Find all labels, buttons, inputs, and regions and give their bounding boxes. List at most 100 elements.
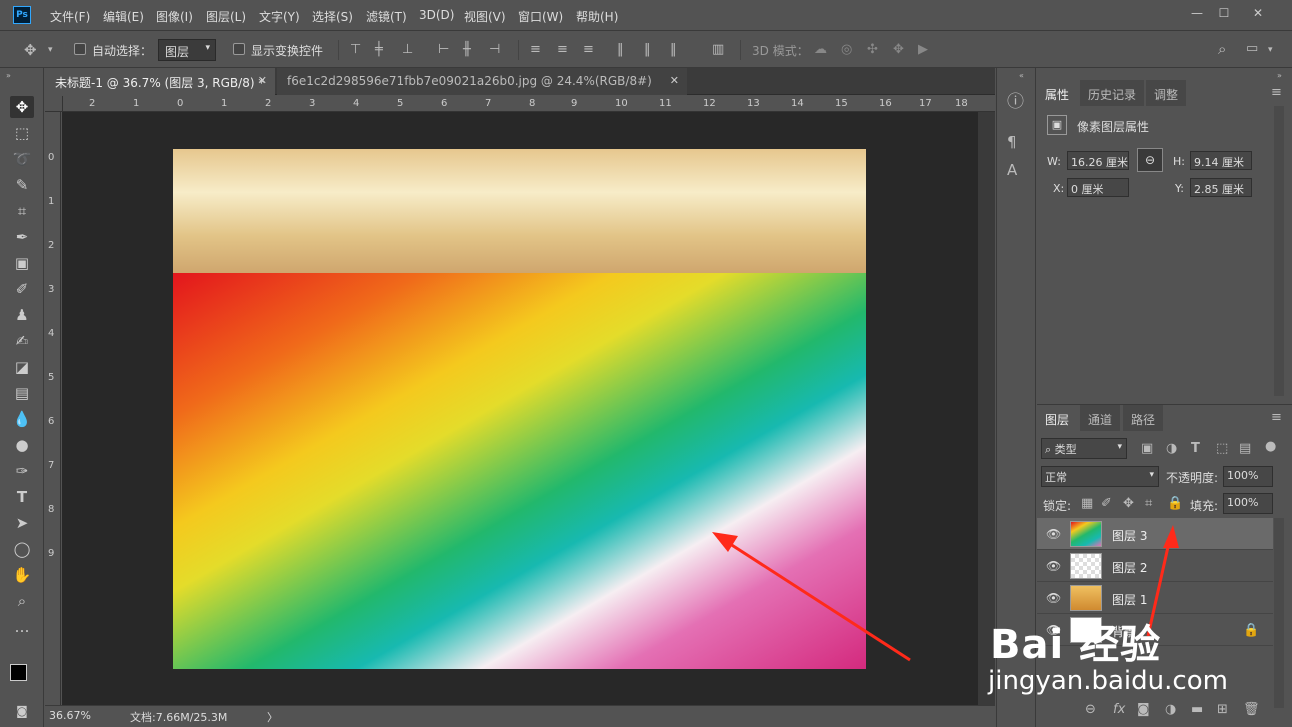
align-vcenter-icon[interactable]: ╪ bbox=[375, 42, 383, 58]
quick-mask-icon[interactable]: ◙ bbox=[10, 700, 34, 722]
fill-field[interactable]: 100% bbox=[1223, 493, 1273, 514]
distribute-vcenter-icon[interactable]: ≡ bbox=[557, 42, 568, 58]
x-field[interactable]: 0 厘米 bbox=[1067, 178, 1129, 197]
distribute-left-icon[interactable]: ‖ bbox=[617, 42, 624, 58]
distribute-top-icon[interactable]: ≡ bbox=[530, 42, 541, 58]
path-select-icon[interactable]: ➤ bbox=[10, 512, 34, 534]
3d-roll-icon[interactable]: ◎ bbox=[841, 42, 852, 58]
type-icon[interactable]: T bbox=[10, 486, 34, 508]
panel-menu-icon[interactable]: ≡ bbox=[1271, 410, 1282, 426]
auto-align-icon[interactable]: ▥ bbox=[712, 42, 724, 58]
blur-icon[interactable]: 💧 bbox=[10, 408, 34, 430]
menu-view[interactable]: 视图(V) bbox=[464, 8, 506, 25]
menu-filter[interactable]: 滤镜(T) bbox=[366, 8, 407, 25]
chevron-down-icon[interactable]: ▾ bbox=[48, 42, 53, 58]
lock-transparent-icon[interactable]: ▦ bbox=[1081, 496, 1093, 512]
move-tool-preset-icon[interactable]: ✥ bbox=[24, 42, 37, 58]
tab-jpg-file[interactable]: f6e1c2d298596e71fbb7e09021a26b0.jpg @ 24… bbox=[277, 68, 687, 95]
gradient-icon[interactable]: ▤ bbox=[10, 382, 34, 404]
y-field[interactable]: 2.85 厘米 bbox=[1190, 178, 1252, 197]
history-brush-icon[interactable]: ✍ bbox=[10, 330, 34, 352]
align-top-icon[interactable]: ⊤ bbox=[350, 42, 361, 58]
opacity-field[interactable]: 100% bbox=[1223, 466, 1273, 487]
new-group-icon[interactable]: ▬ bbox=[1191, 702, 1203, 718]
layer-filter-dropdown[interactable]: ⌕ 类型 ▾ bbox=[1041, 438, 1127, 459]
search-icon[interactable]: ⌕ bbox=[1218, 41, 1226, 57]
link-layers-icon[interactable]: ⊖ bbox=[1085, 702, 1096, 718]
menu-type[interactable]: 文字(Y) bbox=[259, 8, 300, 25]
workspace-icon[interactable]: ▭ bbox=[1246, 41, 1258, 57]
distribute-right-icon[interactable]: ‖ bbox=[670, 42, 677, 58]
lock-position-icon[interactable]: ✥ bbox=[1123, 496, 1134, 512]
link-icon[interactable]: ⊖ bbox=[1137, 148, 1163, 172]
menu-select[interactable]: 选择(S) bbox=[312, 8, 353, 25]
tab-layers[interactable]: 图层 bbox=[1037, 405, 1078, 431]
menu-image[interactable]: 图像(I) bbox=[156, 8, 193, 25]
fx-icon[interactable]: fx bbox=[1113, 702, 1125, 718]
menu-edit[interactable]: 编辑(E) bbox=[103, 8, 144, 25]
width-field[interactable]: 16.26 厘米 bbox=[1067, 151, 1129, 170]
type-filter-icon[interactable]: T bbox=[1191, 441, 1200, 457]
adjustment-filter-icon[interactable]: ◑ bbox=[1166, 441, 1177, 457]
menu-file[interactable]: 文件(F) bbox=[50, 8, 90, 25]
height-field[interactable]: 9.14 厘米 bbox=[1190, 151, 1252, 170]
paragraph-icon[interactable]: ¶ bbox=[1007, 134, 1017, 150]
adjustment-layer-icon[interactable]: ◑ bbox=[1165, 702, 1176, 718]
ellipse-icon[interactable]: ◯ bbox=[10, 538, 34, 560]
trash-icon[interactable]: 🗑 bbox=[1243, 702, 1260, 718]
close-icon[interactable]: ✕ bbox=[258, 74, 267, 87]
show-transform-checkbox[interactable] bbox=[233, 43, 245, 55]
hand-icon[interactable]: ✋ bbox=[10, 564, 34, 586]
crop-icon[interactable]: ⌗ bbox=[10, 200, 34, 222]
dodge-icon[interactable]: ● bbox=[10, 434, 34, 456]
tab-properties[interactable]: 属性 bbox=[1037, 80, 1078, 106]
pen-icon[interactable]: ✑ bbox=[10, 460, 34, 482]
maximize-button[interactable]: ☐ bbox=[1211, 4, 1237, 22]
align-right-icon[interactable]: ⊣ bbox=[489, 42, 500, 58]
move-icon[interactable]: ✥ bbox=[10, 96, 34, 118]
filter-toggle-icon[interactable]: ● bbox=[1265, 439, 1276, 455]
info-icon[interactable]: ⓘ bbox=[1007, 94, 1024, 111]
chevron-down-icon[interactable]: ▾ bbox=[1268, 42, 1273, 58]
eyedropper-icon[interactable]: ✒ bbox=[10, 226, 34, 248]
vertical-ruler[interactable]: 0 1 2 3 4 5 6 7 8 9 bbox=[45, 112, 61, 705]
3d-slide-icon[interactable]: ✥ bbox=[893, 42, 904, 58]
align-bottom-icon[interactable]: ⊥ bbox=[402, 42, 413, 58]
more-icon[interactable]: … bbox=[10, 616, 34, 638]
eye-icon[interactable]: 👁 bbox=[1046, 559, 1061, 573]
panel-menu-icon[interactable]: ≡ bbox=[1271, 85, 1282, 101]
smart-object-filter-icon[interactable]: ▤ bbox=[1239, 441, 1251, 457]
foreground-color-swatch[interactable] bbox=[10, 664, 27, 681]
canvas-workspace[interactable] bbox=[62, 112, 978, 705]
close-window-button[interactable]: ✕ bbox=[1245, 4, 1271, 22]
auto-select-checkbox[interactable] bbox=[74, 43, 86, 55]
minimize-button[interactable]: — bbox=[1184, 4, 1210, 22]
zoom-level[interactable]: 36.67% bbox=[49, 709, 91, 722]
menu-3d[interactable]: 3D(D) bbox=[419, 8, 454, 22]
close-icon[interactable]: ✕ bbox=[670, 74, 679, 87]
menu-layer[interactable]: 图层(L) bbox=[206, 8, 246, 25]
tab-paths[interactable]: 路径 bbox=[1123, 405, 1164, 431]
3d-scale-icon[interactable]: ▶ bbox=[918, 42, 928, 58]
status-menu-arrow[interactable]: 〉 bbox=[267, 709, 278, 725]
character-icon[interactable]: A bbox=[1007, 162, 1017, 178]
align-left-icon[interactable]: ⊢ bbox=[438, 42, 449, 58]
auto-select-target-dropdown[interactable]: 图层 ▾ bbox=[158, 39, 216, 61]
lock-artboard-icon[interactable]: ⌗ bbox=[1145, 496, 1152, 512]
shape-filter-icon[interactable]: ⬚ bbox=[1216, 441, 1228, 457]
stamp-icon[interactable]: ♟ bbox=[10, 304, 34, 326]
collapse-icon[interactable]: « bbox=[1019, 68, 1024, 84]
panel-scrollbar[interactable] bbox=[1274, 106, 1284, 396]
horizontal-ruler[interactable]: 2 1 0 1 2 3 4 5 6 7 8 9 10 11 12 13 14 1… bbox=[63, 96, 995, 112]
pixel-filter-icon[interactable]: ▣ bbox=[1141, 441, 1153, 457]
tab-untitled-1[interactable]: 未标题-1 @ 36.7% (图层 3, RGB/8) * ✕ bbox=[45, 68, 275, 95]
tab-adjustments[interactable]: 调整 bbox=[1146, 80, 1187, 106]
quick-select-icon[interactable]: ✎ bbox=[10, 174, 34, 196]
healing-icon[interactable]: ▣ bbox=[10, 252, 34, 274]
lasso-icon[interactable]: ➰ bbox=[10, 148, 34, 170]
brush-icon[interactable]: ✐ bbox=[10, 278, 34, 300]
3d-orbit-icon[interactable]: ☁ bbox=[814, 42, 827, 58]
add-mask-icon[interactable]: ◙ bbox=[1137, 702, 1150, 718]
menu-window[interactable]: 窗口(W) bbox=[518, 8, 563, 25]
3d-pan-icon[interactable]: ✣ bbox=[867, 42, 878, 58]
